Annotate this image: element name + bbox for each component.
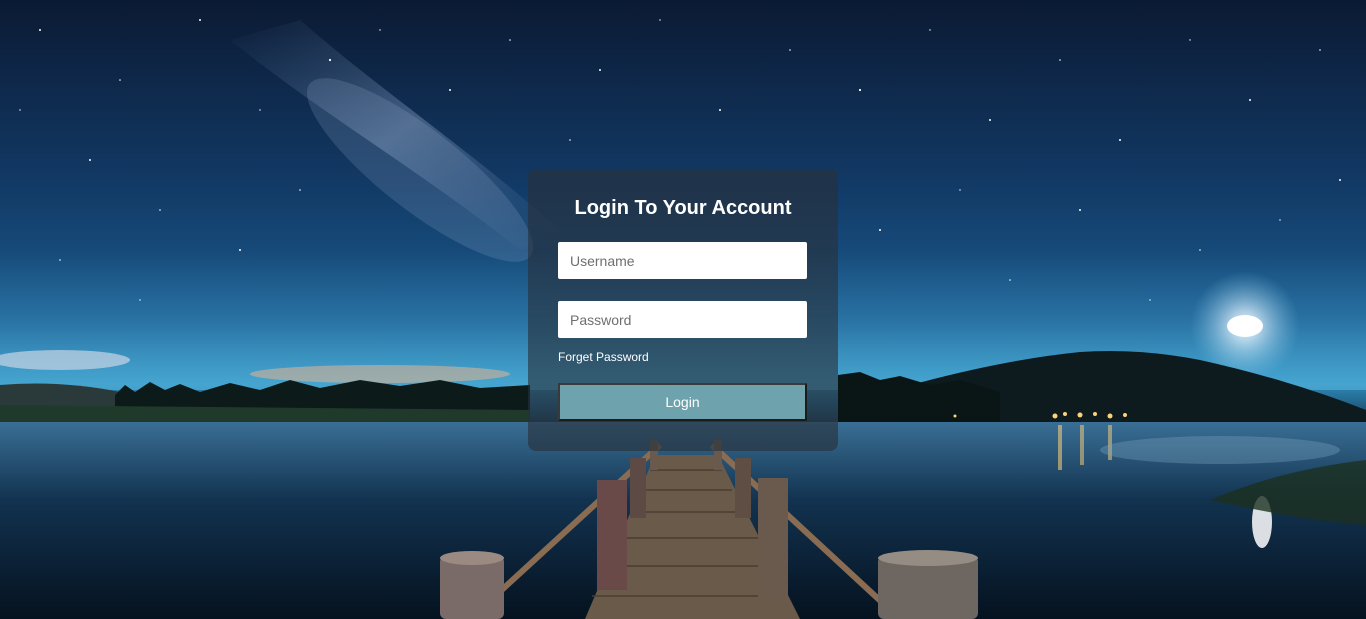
login-title: Login To Your Account xyxy=(574,197,792,219)
login-button[interactable]: Login xyxy=(558,383,807,421)
password-input[interactable] xyxy=(558,301,807,338)
forget-password-link[interactable]: Forget Password xyxy=(558,350,649,364)
login-card: Login To Your Account Forget Password Lo… xyxy=(528,169,838,451)
username-input[interactable] xyxy=(558,242,807,279)
